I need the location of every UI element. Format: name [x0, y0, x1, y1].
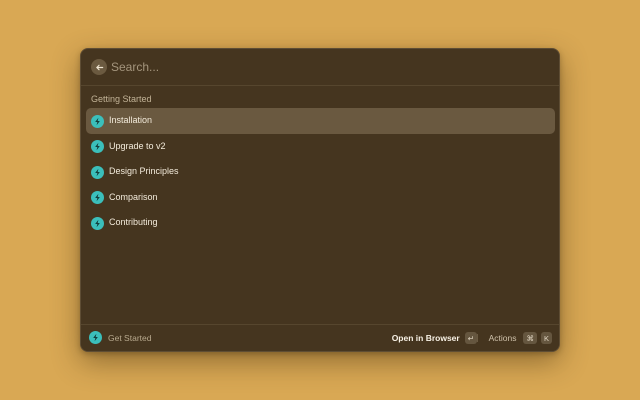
list-item-contributing[interactable]: Contributing: [86, 210, 555, 236]
list-item-label: Installation: [109, 115, 153, 125]
search-input[interactable]: [111, 58, 541, 76]
list-item-design-principles[interactable]: Design Principles: [86, 159, 555, 185]
footer-divider: [477, 334, 478, 342]
bolt-icon: [91, 216, 104, 230]
command-key-hint: ⌘: [523, 332, 537, 344]
footer-title: Get Started: [108, 333, 152, 343]
actions-button[interactable]: Actions ⌘ K: [487, 329, 554, 347]
back-button[interactable]: [91, 59, 107, 75]
action-bar: Get Started Open in Browser ↵ Actions ⌘ …: [81, 324, 559, 351]
list-item-installation[interactable]: Installation: [86, 108, 555, 134]
enter-key-hint: ↵: [464, 332, 477, 344]
results-list: Installation Upgrade to v2 Design Princi…: [86, 108, 555, 236]
bolt-icon: [91, 114, 104, 128]
list-item-label: Comparison: [109, 191, 158, 202]
list-item-label: Upgrade to v2: [109, 140, 166, 151]
search-bar: [81, 49, 559, 86]
list-item-comparison[interactable]: Comparison: [86, 185, 555, 211]
primary-action-label: Open in Browser: [391, 333, 460, 343]
actions-label: Actions: [488, 333, 517, 343]
list-item-label: Contributing: [109, 217, 158, 227]
open-in-browser-button[interactable]: Open in Browser ↵: [390, 329, 479, 347]
k-key-hint: K: [540, 332, 552, 344]
arrow-left-icon: [95, 64, 103, 70]
command-palette-window: Getting Started Installation Upgrade to …: [80, 48, 560, 352]
section-title: Getting Started: [91, 94, 152, 104]
bolt-icon: [91, 165, 104, 179]
bolt-icon: [91, 191, 104, 204]
list-item-upgrade[interactable]: Upgrade to v2: [86, 134, 555, 160]
list-item-label: Design Principles: [109, 166, 179, 176]
bolt-icon: [89, 331, 102, 344]
bolt-icon: [91, 140, 104, 153]
